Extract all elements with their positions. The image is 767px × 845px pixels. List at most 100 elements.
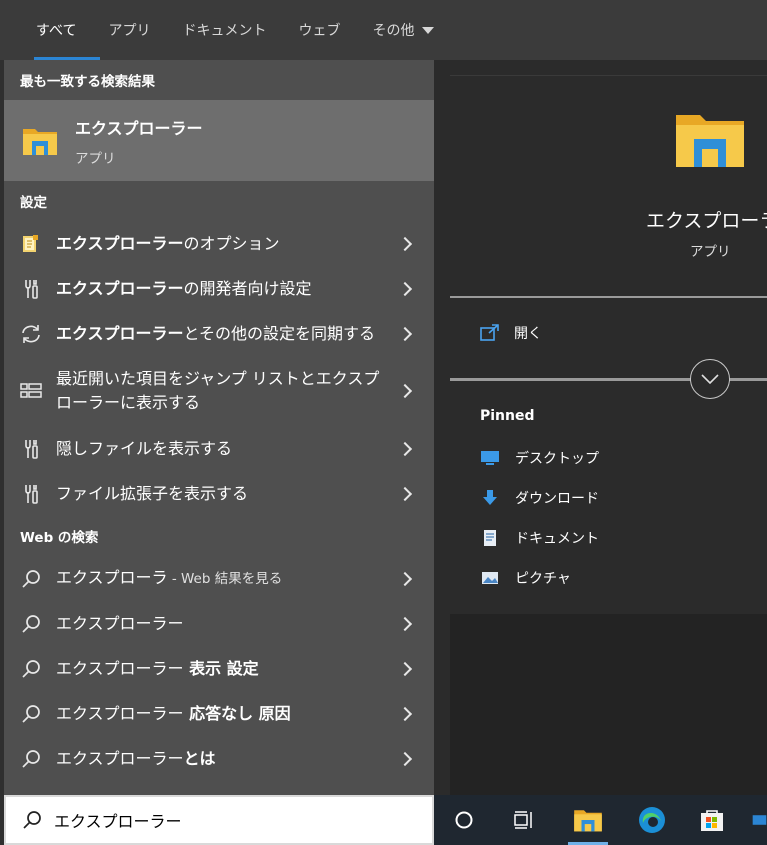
tab-all[interactable]: すべて xyxy=(20,0,101,60)
setting-sync[interactable]: エクスプローラーとその他の設定を同期する xyxy=(4,311,434,356)
divider xyxy=(450,296,767,298)
highlight-text: エクスプローラー xyxy=(56,233,184,253)
task-view-icon xyxy=(514,811,532,829)
download-icon xyxy=(480,489,500,507)
suffix-text: 表示 設定 xyxy=(183,658,259,678)
edge-browser-icon xyxy=(639,807,665,833)
taskbar xyxy=(434,795,767,845)
highlight-text: エクスプローラー xyxy=(56,323,184,343)
taskbar-mail[interactable] xyxy=(752,795,767,845)
label-text: の開発者向け設定 xyxy=(183,278,312,298)
web-result[interactable]: エクスプローラー 表示 設定 xyxy=(4,646,434,691)
task-view-button[interactable] xyxy=(506,795,542,845)
tools-icon xyxy=(20,278,42,300)
cortana-icon xyxy=(455,811,473,829)
tools-icon xyxy=(20,483,42,505)
cortana-button[interactable] xyxy=(446,795,482,845)
label-text: ファイル拡張子を表示する xyxy=(56,483,249,503)
suffix-text: とは xyxy=(183,748,216,768)
app-type: アプリ xyxy=(690,244,731,260)
tab-label: その他 xyxy=(372,23,415,39)
store-icon xyxy=(701,810,723,831)
jump-list-icon xyxy=(20,380,42,402)
tab-web[interactable]: ウェブ xyxy=(282,0,356,60)
open-action[interactable]: 開く xyxy=(480,323,542,343)
tools-icon xyxy=(20,438,42,460)
desktop-icon xyxy=(480,449,500,467)
pinned-header: Pinned xyxy=(480,408,535,424)
open-label: 開く xyxy=(514,326,542,342)
sync-icon xyxy=(20,323,42,345)
tab-label: ドキュメント xyxy=(182,23,267,39)
taskbar-edge[interactable] xyxy=(628,795,676,845)
suffix-text: - Web 結果を見る xyxy=(167,571,283,587)
web-search-header: Web の検索 xyxy=(20,530,99,546)
search-icon xyxy=(20,703,42,725)
setting-hidden-files[interactable]: 隠しファイルを表示する xyxy=(4,426,434,471)
file-explorer-icon xyxy=(574,810,602,832)
best-match-header: 最も一致する検索結果 xyxy=(20,74,155,90)
query-text: エクスプローラ xyxy=(56,568,168,587)
taskbar-file-explorer[interactable] xyxy=(564,795,612,845)
setting-file-extensions[interactable]: ファイル拡張子を表示する xyxy=(4,471,434,516)
folder-options-icon xyxy=(20,233,42,255)
mail-icon xyxy=(752,815,767,825)
file-explorer-icon xyxy=(23,128,57,155)
tab-label: ウェブ xyxy=(298,23,341,39)
pinned-pictures[interactable]: ピクチャ xyxy=(480,568,571,588)
tab-documents[interactable]: ドキュメント xyxy=(166,0,282,60)
best-match-type: アプリ xyxy=(75,150,116,167)
query-text: エクスプローラー xyxy=(56,613,184,633)
pinned-label: デスクトップ xyxy=(515,451,599,467)
pinned-downloads[interactable]: ダウンロード xyxy=(480,488,599,508)
label-text: とその他の設定を同期する xyxy=(183,323,376,343)
tab-more[interactable]: その他 xyxy=(356,0,450,60)
pinned-label: ピクチャ xyxy=(515,571,571,587)
search-box[interactable] xyxy=(4,795,434,845)
label-text: 隠しファイルを表示する xyxy=(56,438,233,458)
search-icon xyxy=(20,568,42,590)
open-icon xyxy=(480,324,499,341)
tab-label: アプリ xyxy=(108,23,151,39)
settings-header: 設定 xyxy=(20,195,47,211)
query-text: エクスプローラー xyxy=(56,748,184,768)
setting-explorer-options[interactable]: エクスプローラーのオプション xyxy=(4,221,434,266)
web-result[interactable]: エクスプローラー xyxy=(4,601,434,646)
search-icon xyxy=(20,613,42,635)
pinned-label: ドキュメント xyxy=(515,531,599,547)
search-icon xyxy=(23,811,41,829)
chevron-down-icon xyxy=(701,374,719,384)
search-icon xyxy=(20,658,42,680)
setting-jump-list[interactable]: 最近開いた項目をジャンプ リストとエクスプローラーに表示する xyxy=(4,356,434,426)
detail-pane: エクスプローラー アプリ 開く Pinned デスクトップ ダウンロード ドキュ… xyxy=(450,75,767,796)
document-icon xyxy=(480,529,500,547)
web-result[interactable]: エクスプローラーとは xyxy=(4,736,434,781)
filter-tabs: すべて アプリ ドキュメント ウェブ その他 xyxy=(0,0,767,60)
label-text: 最近開いた項目をジャンプ リストとエクスプローラーに表示する xyxy=(56,369,380,412)
web-result[interactable]: エクスプローラー 応答なし 原因 xyxy=(4,691,434,736)
highlight-text: エクスプローラー xyxy=(56,278,184,298)
tab-label: すべて xyxy=(36,23,77,39)
app-preview: エクスプローラー アプリ xyxy=(450,76,767,296)
detail-footer-area xyxy=(450,614,767,796)
caret-down-icon xyxy=(422,26,435,34)
file-explorer-icon xyxy=(676,115,744,167)
app-title: エクスプローラー xyxy=(646,210,767,232)
suffix-text: 応答なし 原因 xyxy=(183,703,291,723)
search-input[interactable] xyxy=(54,810,394,830)
search-icon xyxy=(20,748,42,770)
taskbar-store[interactable] xyxy=(692,795,732,845)
pinned-label: ダウンロード xyxy=(515,491,599,507)
setting-developer[interactable]: エクスプローラーの開発者向け設定 xyxy=(4,266,434,311)
best-match-item[interactable]: エクスプローラー アプリ xyxy=(4,100,434,181)
label-text: のオプション xyxy=(183,233,280,253)
results-pane: 最も一致する検索結果 エクスプローラー アプリ 設定 エクスプローラーのオプショ… xyxy=(4,60,434,795)
tab-apps[interactable]: アプリ xyxy=(92,0,166,60)
expand-button[interactable] xyxy=(690,359,730,399)
pinned-desktop[interactable]: デスクトップ xyxy=(480,448,599,468)
query-text: エクスプローラー xyxy=(56,703,184,723)
best-match-name: エクスプローラー xyxy=(75,118,203,138)
web-result[interactable]: エクスプローラ - Web 結果を見る xyxy=(4,556,434,601)
pinned-documents[interactable]: ドキュメント xyxy=(480,528,599,548)
query-text: エクスプローラー xyxy=(56,658,184,678)
